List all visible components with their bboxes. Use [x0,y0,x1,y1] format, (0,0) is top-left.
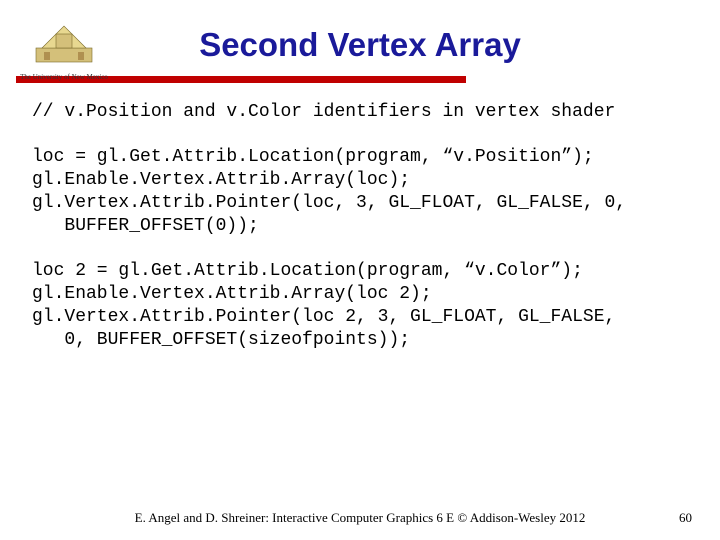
code-line: gl.Enable.Vertex.Attrib.Array(loc); [32,169,692,192]
code-line: loc 2 = gl.Get.Attrib.Location(program, … [32,260,692,283]
slide-header: The University of New Mexico Second Vert… [0,0,720,83]
code-comment: // v.Position and v.Color identifiers in… [32,101,692,124]
slide-content: // v.Position and v.Color identifiers in… [0,83,720,352]
code-line: BUFFER_OFFSET(0)); [32,215,692,238]
code-line: 0, BUFFER_OFFSET(sizeofpoints)); [32,329,692,352]
footer-credit: E. Angel and D. Shreiner: Interactive Co… [0,510,720,526]
page-number: 60 [679,510,692,526]
code-line: gl.Vertex.Attrib.Pointer(loc 2, 3, GL_FL… [32,306,692,329]
code-line: gl.Enable.Vertex.Attrib.Array(loc 2); [32,283,692,306]
logo-area: The University of New Mexico [14,18,114,81]
code-line: gl.Vertex.Attrib.Pointer(loc, 3, GL_FLOA… [32,192,692,215]
code-line: loc = gl.Get.Attrib.Location(program, “v… [32,146,692,169]
university-name: The University of New Mexico [14,73,114,81]
code-block-1: loc = gl.Get.Attrib.Location(program, “v… [32,146,692,238]
unm-logo-icon [34,18,94,66]
code-block-2: loc 2 = gl.Get.Attrib.Location(program, … [32,260,692,352]
slide-footer: E. Angel and D. Shreiner: Interactive Co… [0,510,720,526]
